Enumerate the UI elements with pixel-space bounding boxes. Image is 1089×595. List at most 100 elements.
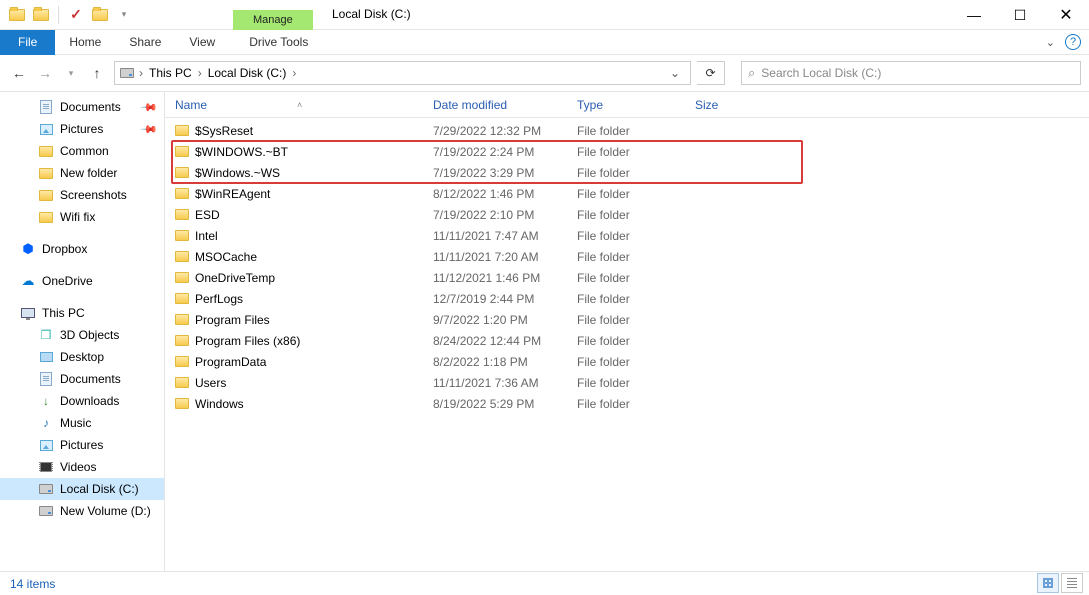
search-input[interactable] <box>761 66 1074 80</box>
qat-newfolder-icon[interactable] <box>89 4 111 26</box>
file-type: File folder <box>577 397 695 411</box>
ribbon-tab-file[interactable]: File <box>0 30 55 55</box>
recent-dropdown[interactable]: ▾ <box>60 62 82 84</box>
ribbon-tab-view[interactable]: View <box>175 30 229 55</box>
sidebar-thispc-child[interactable]: Documents <box>0 368 164 390</box>
sidebar-item-label: Pictures <box>60 122 136 136</box>
file-row[interactable]: PerfLogs 12/7/2019 2:44 PM File folder <box>165 288 1089 309</box>
maximize-button[interactable]: ☐ <box>997 0 1043 30</box>
sidebar-quick-item[interactable]: Screenshots <box>0 184 164 206</box>
navbar: ← → ▾ ↑ › This PC › Local Disk (C:) › ⌄ … <box>0 55 1089 91</box>
refresh-button[interactable]: ⟳ <box>697 61 725 85</box>
file-name: OneDriveTemp <box>195 271 433 285</box>
videos-icon <box>38 459 54 475</box>
breadcrumb-item-thispc[interactable]: This PC <box>147 66 194 80</box>
file-row[interactable]: MSOCache 11/11/2021 7:20 AM File folder <box>165 246 1089 267</box>
file-row[interactable]: Windows 8/19/2022 5:29 PM File folder <box>165 393 1089 414</box>
sidebar-thispc-child[interactable]: New Volume (D:) <box>0 500 164 522</box>
qat-dropdown-icon[interactable]: ▾ <box>113 4 135 26</box>
sidebar-quick-item[interactable]: New folder <box>0 162 164 184</box>
sidebar-quick-item[interactable]: Common <box>0 140 164 162</box>
chevron-right-icon[interactable]: › <box>290 66 298 80</box>
file-name: $WinREAgent <box>195 187 433 201</box>
window-title: Local Disk (C:) <box>332 7 411 21</box>
help-icon[interactable]: ? <box>1065 34 1081 50</box>
file-date: 7/29/2022 12:32 PM <box>433 124 577 138</box>
sidebar-item-label: Pictures <box>60 438 164 452</box>
up-button[interactable]: ↑ <box>86 62 108 84</box>
qat-properties-icon[interactable]: ✓ <box>65 4 87 26</box>
sidebar-quick-item[interactable]: Documents 📌 <box>0 96 164 118</box>
sidebar-cloud-item[interactable]: ⬢ Dropbox <box>0 238 164 260</box>
minimize-button[interactable]: — <box>951 0 997 30</box>
folder-icon <box>175 209 195 220</box>
sidebar-thispc-child[interactable]: Desktop <box>0 346 164 368</box>
column-headers: Name˄ Date modified Type Size <box>165 92 1089 118</box>
sidebar-thispc-child[interactable]: Local Disk (C:) <box>0 478 164 500</box>
sidebar-thispc[interactable]: This PC <box>0 302 164 324</box>
column-type[interactable]: Type <box>577 98 695 112</box>
sidebar-item-label: Common <box>60 144 164 158</box>
back-button[interactable]: ← <box>8 62 30 84</box>
sidebar-item-label: Music <box>60 416 164 430</box>
sidebar-thispc-child[interactable]: Videos <box>0 456 164 478</box>
file-row[interactable]: $SysReset 7/29/2022 12:32 PM File folder <box>165 120 1089 141</box>
breadcrumb[interactable]: › This PC › Local Disk (C:) › ⌄ <box>114 61 691 85</box>
close-button[interactable]: ✕ <box>1043 0 1089 30</box>
folder-icon <box>175 167 195 178</box>
file-row[interactable]: ESD 7/19/2022 2:10 PM File folder <box>165 204 1089 225</box>
ribbon-tab-drivetools[interactable]: Drive Tools <box>235 30 322 55</box>
sidebar-item-label: Documents <box>60 372 164 386</box>
sidebar-thispc-child[interactable]: Pictures <box>0 434 164 456</box>
folder-icon <box>175 314 195 325</box>
sidebar-quick-item[interactable]: Pictures 📌 <box>0 118 164 140</box>
file-row[interactable]: OneDriveTemp 11/12/2021 1:46 PM File fol… <box>165 267 1089 288</box>
file-name: PerfLogs <box>195 292 433 306</box>
view-details-button[interactable] <box>1037 573 1059 593</box>
file-date: 11/11/2021 7:20 AM <box>433 250 577 264</box>
breadcrumb-item-drive[interactable]: Local Disk (C:) <box>206 66 289 80</box>
qat-folder-icon[interactable] <box>6 4 28 26</box>
pin-icon: 📌 <box>140 98 159 117</box>
item-count: 14 items <box>10 577 55 591</box>
file-type: File folder <box>577 355 695 369</box>
file-row[interactable]: Users 11/11/2021 7:36 AM File folder <box>165 372 1089 393</box>
column-date[interactable]: Date modified <box>433 98 577 112</box>
qat-app-icon[interactable] <box>30 4 52 26</box>
ribbon-tab-share[interactable]: Share <box>115 30 175 55</box>
file-row[interactable]: $Windows.~WS 7/19/2022 3:29 PM File fold… <box>165 162 1089 183</box>
file-list[interactable]: Name˄ Date modified Type Size $SysReset … <box>165 92 1089 571</box>
pictures-icon <box>38 437 54 453</box>
column-size[interactable]: Size <box>695 98 755 112</box>
folder-icon <box>175 272 195 283</box>
file-row[interactable]: $WinREAgent 8/12/2022 1:46 PM File folde… <box>165 183 1089 204</box>
file-date: 11/12/2021 1:46 PM <box>433 271 577 285</box>
ribbon-expand-icon[interactable]: ⌄ <box>1046 36 1055 49</box>
search-box[interactable]: ⌕ <box>741 61 1081 85</box>
file-row[interactable]: Intel 11/11/2021 7:47 AM File folder <box>165 225 1089 246</box>
file-row[interactable]: ProgramData 8/2/2022 1:18 PM File folder <box>165 351 1089 372</box>
file-date: 7/19/2022 2:10 PM <box>433 208 577 222</box>
forward-button[interactable]: → <box>34 62 56 84</box>
column-name[interactable]: Name˄ <box>175 98 433 112</box>
file-type: File folder <box>577 229 695 243</box>
file-row[interactable]: Program Files (x86) 8/24/2022 12:44 PM F… <box>165 330 1089 351</box>
breadcrumb-history-dropdown[interactable]: ⌄ <box>664 66 686 80</box>
file-row[interactable]: $WINDOWS.~BT 7/19/2022 2:24 PM File fold… <box>165 141 1089 162</box>
file-type: File folder <box>577 166 695 180</box>
file-type: File folder <box>577 124 695 138</box>
sidebar-quick-item[interactable]: Wifi fix <box>0 206 164 228</box>
sidebar-thispc-child[interactable]: ↓ Downloads <box>0 390 164 412</box>
navigation-pane[interactable]: Documents 📌 Pictures 📌 Common New folder… <box>0 92 165 571</box>
chevron-right-icon[interactable]: › <box>196 66 204 80</box>
ribbon-tab-home[interactable]: Home <box>55 30 115 55</box>
ribbon: File Home Share View Drive Tools ⌄ ? <box>0 30 1089 55</box>
file-row[interactable]: Program Files 9/7/2022 1:20 PM File fold… <box>165 309 1089 330</box>
sidebar-cloud-item[interactable]: ☁ OneDrive <box>0 270 164 292</box>
chevron-right-icon[interactable]: › <box>137 66 145 80</box>
view-large-button[interactable] <box>1061 573 1083 593</box>
search-icon: ⌕ <box>748 65 755 81</box>
drive-icon <box>38 481 54 497</box>
sidebar-thispc-child[interactable]: ❒ 3D Objects <box>0 324 164 346</box>
sidebar-thispc-child[interactable]: ♪ Music <box>0 412 164 434</box>
